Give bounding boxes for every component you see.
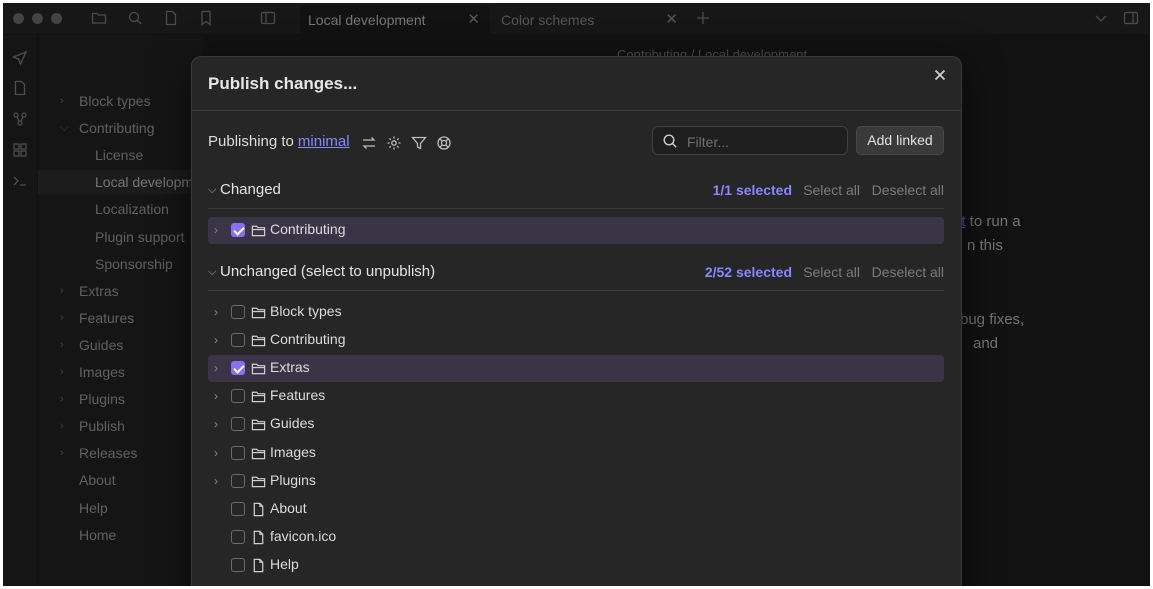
- row-name: favicon.ico: [270, 527, 337, 544]
- tree-row[interactable]: › Contributing: [208, 217, 944, 244]
- chevron-right-icon[interactable]: ›: [214, 389, 224, 403]
- file-icon: [251, 558, 266, 573]
- row-checkbox[interactable]: [231, 473, 245, 488]
- row-name: Extras: [270, 359, 310, 376]
- folder-icon: [251, 446, 266, 461]
- row-name: Images: [270, 443, 316, 460]
- deselect-all-button[interactable]: Deselect all: [872, 182, 944, 198]
- tree-row[interactable]: Help: [208, 552, 944, 579]
- tree-row[interactable]: › Block types: [208, 299, 944, 326]
- filter-field[interactable]: [652, 126, 848, 155]
- folder-icon: [251, 223, 266, 238]
- row-name: Block types: [270, 303, 342, 319]
- row-checkbox[interactable]: [231, 529, 245, 544]
- search-icon: [663, 134, 677, 148]
- row-name: About: [270, 499, 307, 516]
- divider: [208, 208, 944, 209]
- row-name: Contributing: [270, 221, 346, 237]
- filter-input[interactable]: [685, 131, 839, 152]
- modal-title: Publish changes...: [208, 74, 358, 93]
- tree-row[interactable]: › Plugins: [208, 468, 944, 495]
- selected-count: 1/1 selected: [712, 182, 792, 198]
- section-label: Unchanged (select to unpublish): [220, 263, 436, 280]
- divider: [208, 290, 944, 291]
- divider: [192, 110, 961, 111]
- row-name: Contributing: [270, 331, 346, 348]
- tree-row[interactable]: › Features: [208, 383, 944, 410]
- row-checkbox[interactable]: [231, 333, 245, 348]
- chevron-right-icon[interactable]: ›: [214, 361, 224, 375]
- row-name: Help: [270, 555, 299, 572]
- publish-modal: Publish changes... Publishing to minimal …: [191, 56, 962, 586]
- row-checkbox[interactable]: [231, 445, 245, 460]
- chevron-down-icon[interactable]: ⌵: [208, 184, 218, 197]
- tree-row[interactable]: › Contributing: [208, 327, 944, 354]
- file-icon: [251, 502, 266, 517]
- select-all-button[interactable]: Select all: [803, 182, 860, 198]
- row-name: Features: [270, 387, 326, 404]
- filter-icon[interactable]: [411, 135, 427, 151]
- chevron-right-icon[interactable]: ›: [214, 446, 224, 460]
- row-checkbox[interactable]: [231, 501, 245, 516]
- chevron-right-icon[interactable]: ›: [214, 474, 224, 488]
- tree-row[interactable]: › Images: [208, 440, 944, 467]
- tree-row[interactable]: › Guides: [208, 411, 944, 438]
- folder-icon: [251, 305, 266, 320]
- add-linked-button[interactable]: Add linked: [856, 126, 944, 155]
- tree-row[interactable]: › Extras: [208, 355, 944, 383]
- gear-icon[interactable]: [386, 135, 402, 151]
- chevron-right-icon[interactable]: ›: [214, 333, 224, 347]
- row-name: Plugins: [270, 471, 316, 488]
- switch-site-icon[interactable]: [361, 135, 377, 151]
- deselect-all-button[interactable]: Deselect all: [872, 264, 944, 280]
- row-checkbox[interactable]: [231, 223, 245, 237]
- row-checkbox[interactable]: [231, 557, 245, 572]
- publishing-to: Publishing to minimal: [208, 133, 350, 150]
- help-buoy-icon[interactable]: [436, 135, 452, 151]
- row-checkbox[interactable]: [231, 389, 245, 404]
- changed-section-header[interactable]: ⌵ Changed 1/1 selected Select all Desele…: [208, 181, 944, 203]
- site-link[interactable]: minimal: [298, 133, 350, 150]
- chevron-right-icon[interactable]: ›: [214, 417, 224, 431]
- file-icon: [251, 530, 266, 545]
- unchanged-section-header[interactable]: ⌵ Unchanged (select to unpublish) 2/52 s…: [208, 263, 944, 285]
- row-checkbox[interactable]: [231, 361, 245, 376]
- folder-icon: [251, 389, 266, 404]
- section-label: Changed: [220, 181, 281, 198]
- tree-row[interactable]: About: [208, 496, 944, 523]
- row-checkbox[interactable]: [231, 305, 245, 319]
- select-all-button[interactable]: Select all: [803, 264, 860, 280]
- folder-icon: [251, 474, 266, 489]
- chevron-right-icon[interactable]: ›: [214, 223, 224, 237]
- chevron-right-icon[interactable]: ›: [214, 305, 224, 319]
- folder-icon: [251, 333, 266, 348]
- row-name: Guides: [270, 415, 315, 432]
- row-checkbox[interactable]: [231, 417, 245, 432]
- folder-icon: [251, 417, 266, 432]
- app-window: Local development ✕ Color schemes ✕ Bloc…: [3, 3, 1150, 586]
- folder-icon: [251, 361, 266, 376]
- chevron-down-icon[interactable]: ⌵: [208, 266, 218, 279]
- tree-row[interactable]: favicon.ico: [208, 524, 944, 551]
- publishing-to-label: Publishing to: [208, 133, 294, 150]
- selected-count: 2/52 selected: [704, 264, 792, 280]
- close-icon[interactable]: [931, 66, 949, 84]
